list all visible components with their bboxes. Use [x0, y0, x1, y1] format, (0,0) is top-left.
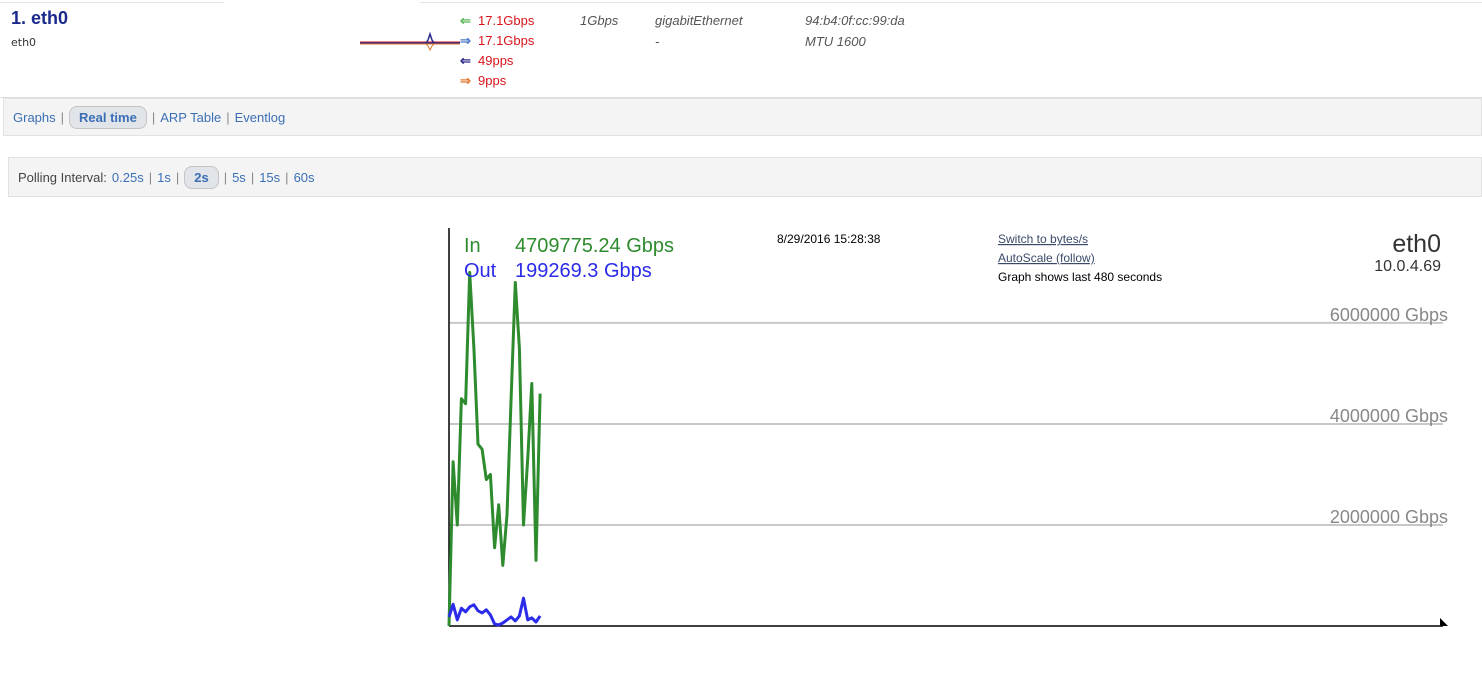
arrow-right-blue-icon: ⇒ [460, 33, 471, 48]
polling-interval-label: Polling Interval: [18, 169, 107, 185]
y-tick-label-1: 4000000 Gbps [1330, 406, 1448, 426]
in-label: In [464, 235, 481, 257]
in-pps: 49pps [478, 53, 514, 68]
arrow-left-green-icon: ⇐ [460, 13, 471, 28]
autoscale-link[interactable]: AutoScale (follow) [998, 251, 1095, 265]
top-border [0, 2, 1482, 3]
interface-dash: - [655, 34, 660, 49]
arrow-right-orange-icon: ⇒ [460, 73, 471, 88]
nav-eventlog[interactable]: Eventlog [235, 110, 286, 125]
series-line-in [447, 270, 542, 627]
series-line-out [447, 596, 542, 627]
out-value: 199269.3 Gbps [515, 260, 652, 282]
graph-timestamp: 8/29/2016 15:28:38 [777, 232, 881, 246]
realtime-graph: 2000000 Gbps4000000 Gbps6000000 Gbps In … [447, 228, 1448, 627]
interface-title[interactable]: 1. eth0 [11, 8, 68, 29]
y-tick-label-2: 6000000 Gbps [1330, 305, 1448, 325]
interface-sparkline [360, 31, 460, 52]
graph-interface-name: eth0 [1392, 230, 1441, 258]
poll-option-2s[interactable]: 2s [184, 165, 219, 189]
out-pps-row: ⇒ 9pps [460, 73, 506, 89]
out-pps: 9pps [478, 73, 507, 88]
interface-mtu: MTU 1600 [805, 34, 866, 49]
nav-graphs[interactable]: Graphs [13, 110, 56, 125]
in-pps-row: ⇐ 49pps [460, 53, 513, 69]
polling-interval-bar: Polling Interval: 0.25s | 1s | 2s | 5s |… [8, 157, 1482, 197]
poll-option-60s[interactable]: 60s [294, 170, 315, 185]
y-tick-label-0: 2000000 Gbps [1330, 507, 1448, 527]
grid-layer: 2000000 Gbps 4000000 Gbps 6000000 Gbps [449, 305, 1448, 527]
in-rate: 17.1Gbps [478, 13, 535, 28]
in-rate-row: ⇐ 17.1Gbps [460, 13, 534, 29]
interface-mac: 94:b4:0f:cc:99:da [805, 13, 905, 28]
out-rate-row: ⇒ 17.1Gbps [460, 33, 534, 49]
poll-option-0-25s[interactable]: 0.25s [112, 170, 144, 185]
poll-option-1s[interactable]: 1s [157, 170, 171, 185]
interface-type: gigabitEthernet [655, 13, 743, 28]
in-value: 4709775.24 Gbps [515, 235, 674, 257]
graph-duration-note: Graph shows last 480 seconds [998, 270, 1162, 284]
out-label: Out [464, 260, 497, 282]
arrow-left-navy-icon: ⇐ [460, 53, 471, 68]
poll-option-15s[interactable]: 15s [259, 170, 280, 185]
nav-real-time[interactable]: Real time [69, 105, 147, 129]
interface-subtitle: eth0 [11, 36, 37, 49]
active-tab-gap [224, 2, 420, 3]
x-axis-arrow-icon [1440, 618, 1448, 626]
poll-option-5s[interactable]: 5s [232, 170, 246, 185]
graph-interface-ip: 10.0.4.69 [1374, 258, 1441, 275]
view-nav-bar: Graphs | Real time | ARP Table | Eventlo… [3, 98, 1482, 136]
series-layer [447, 270, 542, 627]
nav-arp-table[interactable]: ARP Table [160, 110, 221, 125]
interface-speed: 1Gbps [580, 13, 619, 28]
out-rate: 17.1Gbps [478, 33, 535, 48]
switch-bytes-link[interactable]: Switch to bytes/s [998, 232, 1088, 246]
